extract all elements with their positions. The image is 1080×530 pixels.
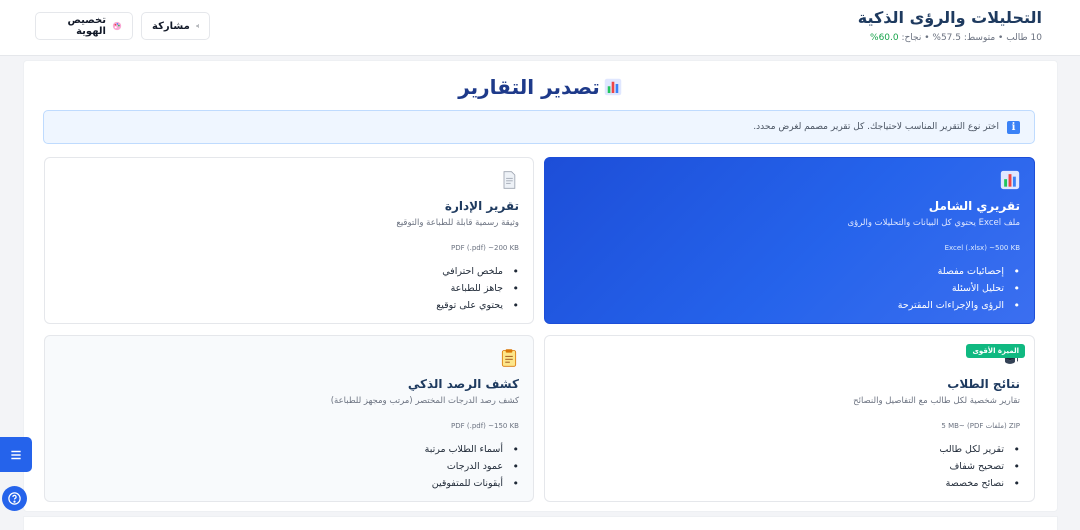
report-card-comprehensive[interactable]: تقريري الشامل ملف Excel يحتوي كل البيانا… <box>544 157 1035 324</box>
card-features: إحصائيات مفصلة تحليل الأسئلة الرؤى والإج… <box>559 263 1020 314</box>
list-item: أيقونات للمتفوقين <box>59 475 519 492</box>
page-title-text: تصدير التقارير <box>458 75 600 99</box>
info-banner: i اختر نوع التقرير المناسب لاحتياجك. كل … <box>43 110 1035 144</box>
card-features: أسماء الطلاب مرتبة عمود الدرجات أيقونات … <box>59 441 519 492</box>
info-icon: i <box>1007 120 1020 134</box>
card-title: تقريري الشامل <box>928 199 1020 213</box>
palette-icon <box>112 21 122 31</box>
info-text: اختر نوع التقرير المناسب لاحتياجك. كل تق… <box>753 122 999 132</box>
list-item: تصحيح شفاف <box>559 458 1020 475</box>
stats-summary: 10 طالب • متوسط: 57.5% • نجاح: <box>898 33 1042 43</box>
report-card-smart-grades[interactable]: كشف الرصد الذكي كشف رصد الدرجات المختصر … <box>44 335 534 502</box>
share-button[interactable]: مشاركة <box>141 12 210 40</box>
help-button[interactable] <box>2 486 27 511</box>
list-item: الرؤى والإجراءات المقترحة <box>559 297 1020 314</box>
card-features: ملخص احترافي جاهز للطباعة يحتوي على توقي… <box>59 263 519 314</box>
card-description: تقارير شخصية لكل طالب مع التفاصيل والنصا… <box>853 396 1020 406</box>
card-file-info: ZIP (ملفات PDF) ~5 MB <box>941 422 1020 430</box>
clipboard-icon <box>501 349 517 367</box>
share-icon <box>196 24 199 28</box>
card-description: وثيقة رسمية قابلة للطباعة والتوقيع <box>396 218 519 228</box>
card-title: نتائج الطلاب <box>947 377 1020 391</box>
secondary-panel <box>23 516 1058 530</box>
card-file-info: PDF (.pdf) ~200 KB <box>451 244 519 252</box>
card-file-info: PDF (.pdf) ~150 KB <box>451 422 519 430</box>
report-card-management[interactable]: تقرير الإدارة وثيقة رسمية قابلة للطباعة … <box>44 157 534 324</box>
share-label: مشاركة <box>152 20 190 32</box>
stats-success-rate: 60.0% <box>870 33 899 43</box>
menu-toggle-button[interactable] <box>0 437 32 472</box>
strongest-feature-badge: الميزة الأقوى <box>966 344 1025 358</box>
card-description: كشف رصد الدرجات المختصر (مرتب ومجهز للطب… <box>330 396 519 406</box>
customize-branding-button[interactable]: تخصيص الهوية <box>35 12 133 40</box>
bar-chart-icon <box>1000 170 1020 190</box>
card-title: تقرير الإدارة <box>444 199 519 213</box>
bar-chart-icon <box>604 78 622 96</box>
list-item: أسماء الطلاب مرتبة <box>59 441 519 458</box>
help-icon <box>8 492 21 505</box>
list-item: عمود الدرجات <box>59 458 519 475</box>
list-item: تقرير لكل طالب <box>559 441 1020 458</box>
top-bar: التحليلات والرؤى الذكية 10 طالب • متوسط:… <box>0 0 1080 56</box>
card-features: تقرير لكل طالب تصحيح شفاف نصائح مخصصة <box>559 441 1020 492</box>
card-title: كشف الرصد الذكي <box>407 377 519 391</box>
list-item: نصائح مخصصة <box>559 475 1020 492</box>
card-description: ملف Excel يحتوي كل البيانات والتحليلات و… <box>847 218 1020 228</box>
report-card-student-results[interactable]: الميزة الأقوى نتائج الطلاب تقارير شخصية … <box>544 335 1035 502</box>
list-item: ملخص احترافي <box>59 263 519 280</box>
card-file-info: Excel (.xlsx) ~500 KB <box>944 244 1020 252</box>
menu-icon <box>11 450 21 459</box>
branding-label: تخصيص الهوية <box>67 15 106 37</box>
list-item: تحليل الأسئلة <box>559 280 1020 297</box>
list-item: جاهز للطباعة <box>59 280 519 297</box>
document-icon <box>503 171 516 189</box>
header-titles: التحليلات والرؤى الذكية 10 طالب • متوسط:… <box>858 8 1042 44</box>
list-item: إحصائيات مفصلة <box>559 263 1020 280</box>
list-item: يحتوي على توقيع <box>59 297 519 314</box>
page-title: تصدير التقارير <box>0 74 1080 100</box>
page-header-title: التحليلات والرؤى الذكية <box>857 8 1042 27</box>
header-stats: 10 طالب • متوسط: 57.5% • نجاح: 60.0% <box>858 32 1042 44</box>
